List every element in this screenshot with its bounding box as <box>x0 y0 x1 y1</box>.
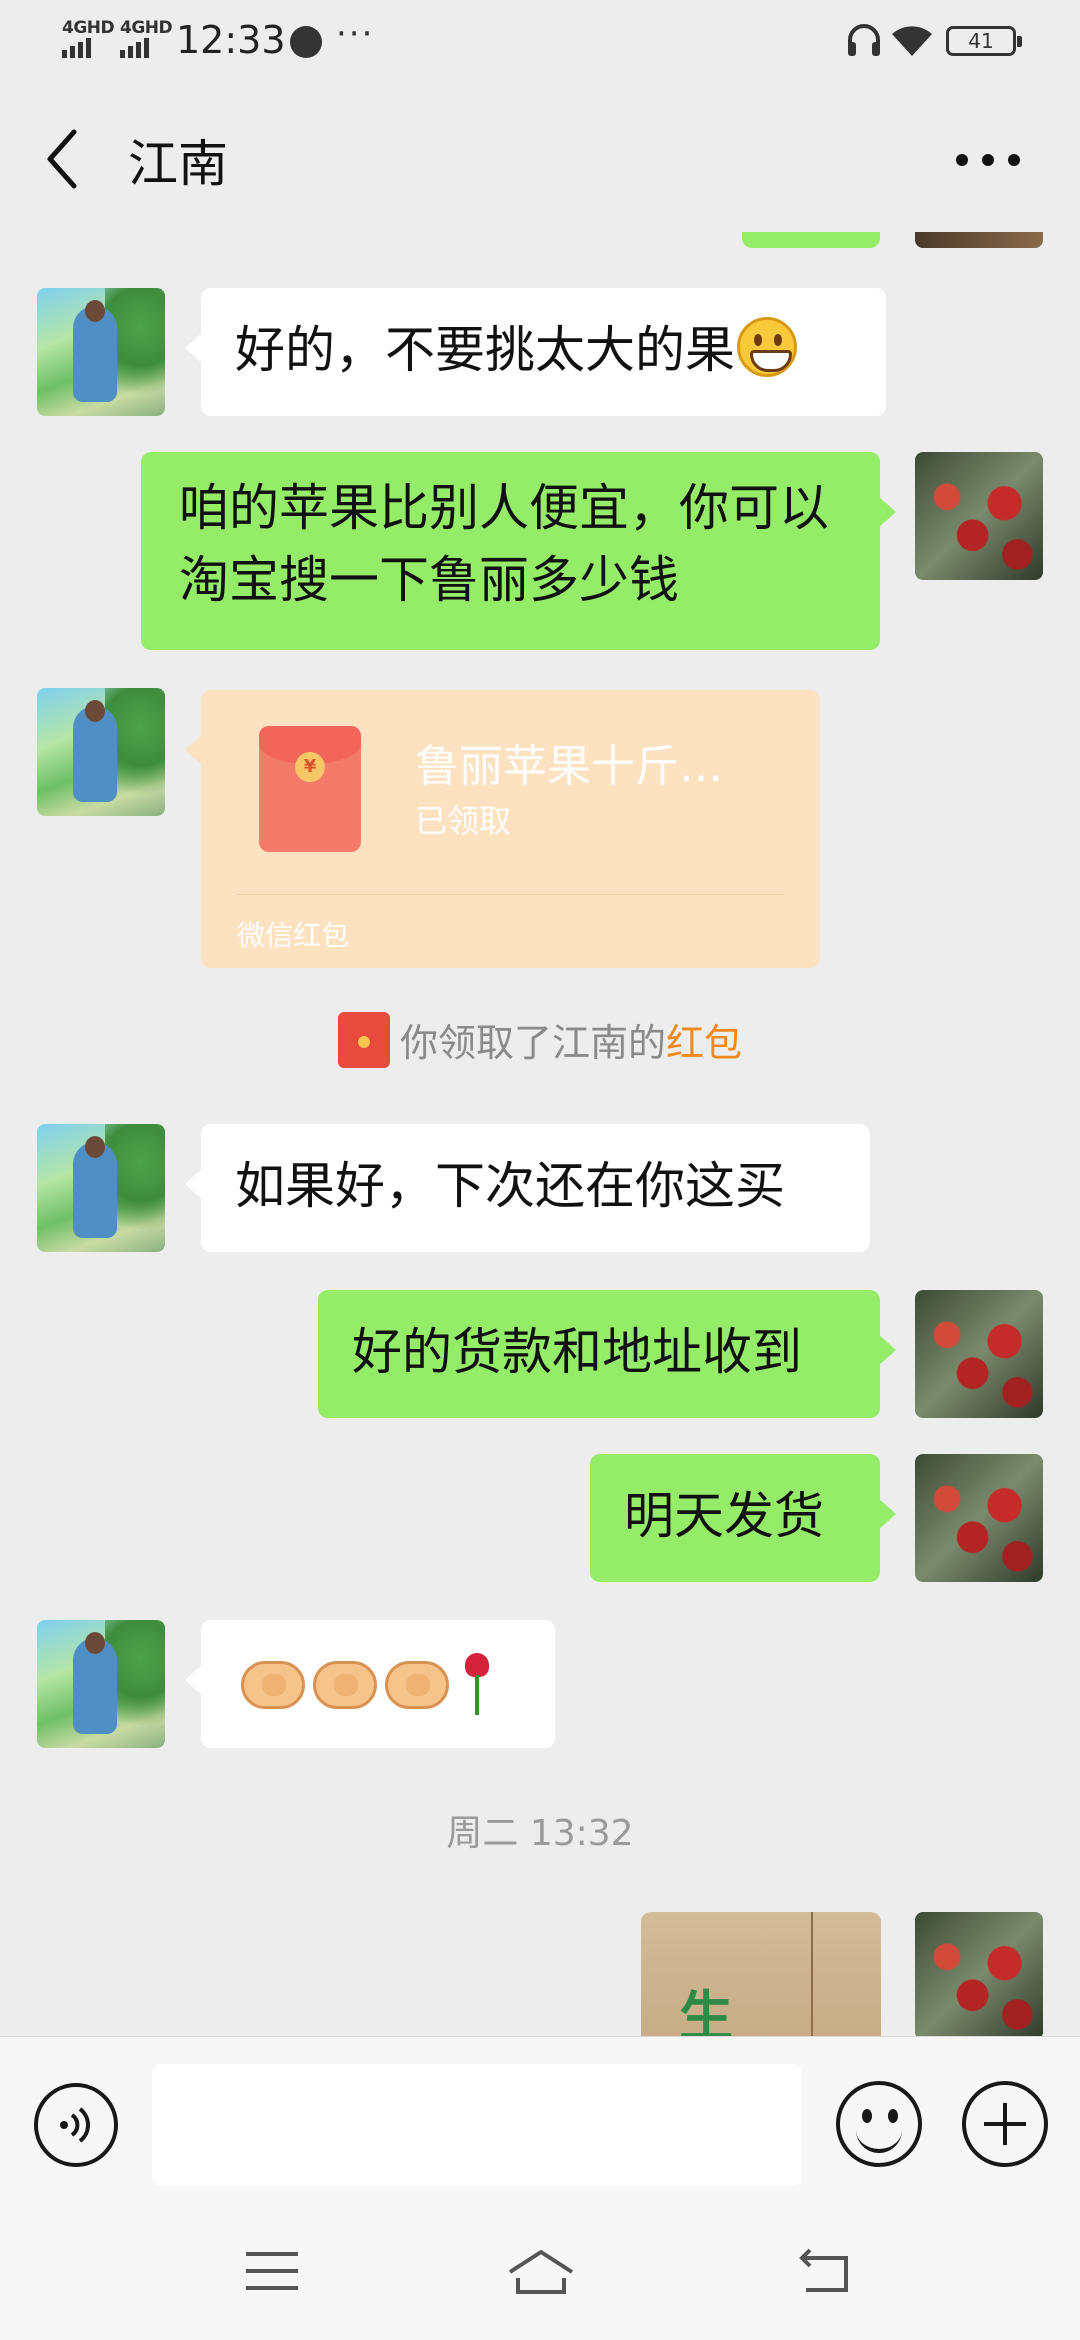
red-packet-mini-icon <box>337 1012 390 1068</box>
message-input[interactable] <box>152 2064 802 2186</box>
avatar <box>915 232 1043 248</box>
system-navigation-bar <box>0 2200 1080 2340</box>
my-avatar[interactable] <box>915 1454 1043 1582</box>
status-time: 12:33 <box>176 18 286 62</box>
status-bar: 4GHD 4GHD 12:33 ··· 41 <box>0 0 1080 84</box>
divider <box>237 894 784 895</box>
red-packet-status: 已领取 <box>415 802 512 840</box>
voice-icon <box>60 2107 90 2143</box>
signal-label: 4GHD <box>62 18 115 38</box>
red-packet-link[interactable]: 红包 <box>666 1021 742 1065</box>
message-timestamp: 周二 13:32 <box>446 1813 634 1854</box>
system-notice: 你领取了江南的红包 <box>0 1012 1080 1072</box>
message-bubble-incoming[interactable] <box>185 1620 555 1748</box>
message-bubble-outgoing[interactable]: 明天发货 <box>590 1454 896 1582</box>
handshake-icon <box>241 1661 305 1709</box>
red-packet-icon: ¥ <box>259 726 361 852</box>
more-actions-button[interactable] <box>962 2081 1048 2167</box>
wifi-icon <box>892 26 932 56</box>
my-avatar[interactable] <box>915 1290 1043 1418</box>
handshake-icon <box>385 1661 449 1709</box>
emoji-button[interactable] <box>836 2081 922 2167</box>
input-bar <box>0 2036 1080 2200</box>
message-text: 好的，不要挑太大的果 <box>235 321 735 379</box>
chat-header: 江南 <box>0 84 1080 232</box>
menu-icon[interactable] <box>246 2252 298 2290</box>
globe-icon <box>290 26 322 58</box>
image-text: 生 <box>679 1985 733 2036</box>
voice-input-button[interactable] <box>34 2083 118 2167</box>
notification-more: ··· <box>336 14 375 54</box>
battery-icon: 41 <box>946 26 1022 56</box>
rose-icon <box>463 1653 491 1717</box>
message-text: 明天发货 <box>624 1487 824 1545</box>
my-avatar[interactable] <box>915 1912 1043 2036</box>
contact-avatar[interactable] <box>37 1620 165 1748</box>
home-icon[interactable] <box>506 2248 576 2296</box>
red-packet-title: 鲁丽苹果十斤… <box>415 741 723 792</box>
message-list[interactable]: 好的，不要挑太大的果 咱的苹果比别人便宜，你可以淘宝搜一下鲁丽多少钱 ¥ 鲁丽苹… <box>0 232 1080 2036</box>
message-bubble-outgoing[interactable]: 好的货款和地址收到 <box>318 1290 896 1418</box>
signal-label: 4GHD <box>120 18 173 38</box>
message-bubble-incoming[interactable]: 好的，不要挑太大的果 <box>185 288 886 416</box>
red-packet-card[interactable]: ¥ 鲁丽苹果十斤… 已领取 微信红包 <box>185 690 820 968</box>
contact-avatar[interactable] <box>37 1124 165 1252</box>
signal-icon: 4GHD <box>118 18 173 62</box>
contact-avatar[interactable] <box>37 288 165 416</box>
back-arrow-icon[interactable] <box>40 124 84 194</box>
red-packet-footer: 微信红包 <box>237 919 350 952</box>
back-icon[interactable] <box>796 2248 852 2296</box>
message-text: 如果好，下次还在你这买 <box>235 1157 785 1215</box>
message-text: 咱的苹果比别人便宜，你可以淘宝搜一下鲁丽多少钱 <box>179 479 829 609</box>
more-options-icon[interactable] <box>956 154 1026 168</box>
message-text: 好的货款和地址收到 <box>352 1323 802 1381</box>
my-avatar[interactable] <box>915 452 1043 580</box>
message-bubble-outgoing[interactable]: 咱的苹果比别人便宜，你可以淘宝搜一下鲁丽多少钱 <box>141 452 896 650</box>
message-bubble-incoming[interactable]: 如果好，下次还在你这买 <box>185 1124 870 1252</box>
notice-text: 你领取了江南的 <box>399 1021 666 1065</box>
image-message[interactable]: 生 <box>641 1912 881 2036</box>
headset-icon <box>848 24 880 56</box>
grin-icon <box>737 317 797 377</box>
handshake-icon <box>313 1661 377 1709</box>
partial-message-bubble <box>742 232 880 248</box>
signal-icon: 4GHD <box>60 18 115 62</box>
chat-title: 江南 <box>128 135 228 193</box>
contact-avatar[interactable] <box>37 688 165 816</box>
